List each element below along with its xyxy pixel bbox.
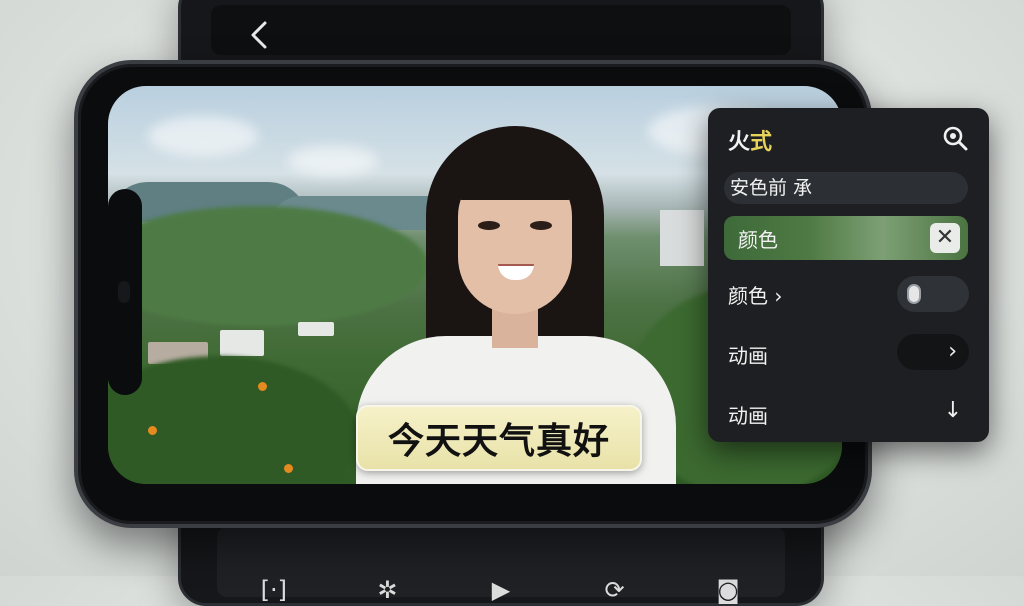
eye bbox=[530, 221, 552, 230]
color-row-label[interactable]: 颜色 › bbox=[728, 280, 782, 309]
cloud bbox=[288, 146, 378, 176]
bottom-toolbar: [·] ✲ ▶ ⟳ ◙ bbox=[217, 527, 785, 604]
phone-notch bbox=[108, 189, 142, 395]
eye bbox=[478, 221, 500, 230]
play-icon[interactable]: ▶ bbox=[481, 575, 521, 605]
chevron-left-icon bbox=[251, 21, 267, 49]
toggle-knob bbox=[907, 284, 921, 304]
building bbox=[660, 210, 704, 266]
camera-icon[interactable]: ◙ bbox=[708, 575, 748, 605]
top-bar bbox=[211, 5, 791, 55]
animation-row-2-label[interactable]: 动画 bbox=[728, 400, 768, 429]
person-neck bbox=[492, 308, 538, 348]
brightness-icon[interactable]: ✲ bbox=[367, 575, 407, 605]
animation-row-1-label[interactable]: 动画 bbox=[728, 340, 768, 369]
back-button[interactable] bbox=[241, 15, 281, 55]
style-panel: 火式 安色前 承 颜色 ✕ 颜色 › 动画 › 动画 ↓ bbox=[708, 108, 989, 442]
crop-icon[interactable]: [·] bbox=[254, 575, 294, 605]
house bbox=[298, 322, 334, 336]
panel-title: 火式 bbox=[728, 124, 772, 156]
download-icon[interactable]: ↓ bbox=[943, 398, 963, 424]
animation-row-1-button[interactable]: › bbox=[897, 334, 969, 370]
bush bbox=[108, 356, 358, 484]
color-active-row[interactable]: 颜色 ✕ bbox=[724, 216, 968, 260]
house bbox=[220, 330, 264, 356]
search-icon bbox=[943, 126, 968, 151]
flower bbox=[258, 382, 267, 391]
subtitle-caption[interactable]: 今天天气真好 bbox=[356, 405, 642, 471]
flower bbox=[148, 426, 157, 435]
rotate-icon[interactable]: ⟳ bbox=[595, 575, 635, 605]
chevron-right-icon: › bbox=[948, 339, 957, 364]
cloud bbox=[148, 116, 258, 156]
flower bbox=[284, 464, 293, 473]
close-button[interactable]: ✕ bbox=[930, 223, 960, 253]
color-toggle[interactable] bbox=[897, 276, 969, 312]
color-active-label: 颜色 bbox=[738, 228, 778, 252]
search-button[interactable] bbox=[941, 124, 969, 152]
panel-title-part2: 式 bbox=[750, 130, 773, 155]
panel-title-part1: 火 bbox=[728, 130, 751, 155]
preset-row[interactable]: 安色前 承 bbox=[724, 172, 968, 204]
close-icon: ✕ bbox=[935, 225, 955, 250]
person-bangs bbox=[448, 144, 582, 200]
hill bbox=[108, 206, 428, 326]
